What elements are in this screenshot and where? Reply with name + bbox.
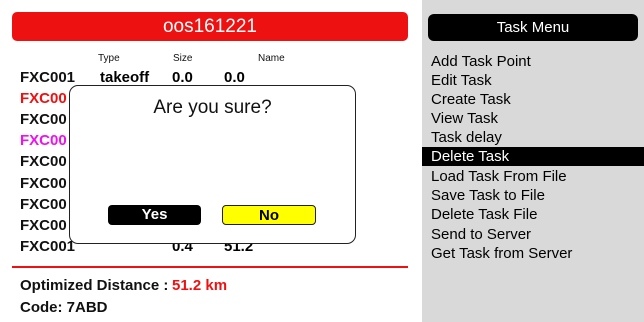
menu-item-create-task[interactable]: Create Task: [422, 90, 644, 109]
menu-title: Task Menu: [428, 14, 638, 41]
menu-item-get-task-from-server[interactable]: Get Task from Server: [422, 244, 644, 263]
menu-item-task-delay[interactable]: Task delay: [422, 128, 644, 147]
no-button[interactable]: No: [222, 205, 316, 225]
turnpoint-size: 0.0: [172, 69, 193, 86]
turnpoint-type: takeoff: [100, 69, 150, 86]
menu-item-label: Delete Task File: [431, 206, 538, 223]
turnpoint-code: FXC00: [20, 175, 67, 192]
turnpoint-code: FXC001: [20, 238, 76, 255]
menu-item-add-task-point[interactable]: Add Task Point: [422, 52, 644, 71]
optimized-distance-value: 51.2 km: [172, 277, 228, 294]
menu-item-load-task-from-file[interactable]: Load Task From File: [422, 167, 644, 186]
turnpoint-code: FXC00: [20, 90, 67, 107]
menu-item-label: Edit Task: [431, 72, 492, 89]
task-panel: oos161221 Type Size Name FXC001 takeoff …: [0, 0, 420, 322]
column-header-name: Name: [258, 53, 285, 64]
divider: [12, 266, 408, 268]
menu-item-label: Load Task From File: [431, 168, 567, 185]
optimized-distance-label: Optimized Distance :: [20, 277, 169, 294]
menu-item-send-to-server[interactable]: Send to Server: [422, 225, 644, 244]
menu-item-label: Send to Server: [431, 226, 532, 243]
turnpoint-name: 0.0: [224, 69, 245, 86]
task-code: Code: 7ABD: [20, 299, 108, 316]
menu-item-label: Get Task from Server: [431, 245, 573, 262]
task-name: oos161221: [162, 16, 258, 37]
menu-item-delete-task[interactable]: Delete Task: [422, 147, 644, 166]
menu-item-label: View Task: [431, 110, 498, 127]
menu-item-edit-task[interactable]: Edit Task: [422, 71, 644, 90]
column-header-size: Size: [173, 53, 193, 64]
menu-item-view-task[interactable]: View Task: [422, 109, 644, 128]
menu-item-label: Save Task to File: [431, 187, 545, 204]
menu-item-label: Create Task: [431, 91, 511, 108]
turnpoint-code: FXC00: [20, 153, 67, 170]
turnpoint-code: FXC00: [20, 217, 67, 234]
confirm-dialog: Are you sure? Yes No: [69, 85, 356, 244]
turnpoint-code: FXC00: [20, 132, 67, 149]
yes-button[interactable]: Yes: [108, 205, 201, 225]
task-menu-panel: Task Menu Add Task Point Edit Task Creat…: [422, 0, 644, 322]
menu-item-label: Task delay: [431, 129, 502, 146]
menu-item-delete-task-file[interactable]: Delete Task File: [422, 205, 644, 224]
turnpoint-code: FXC00: [20, 196, 67, 213]
turnpoint-code: FXC001: [20, 69, 76, 86]
task-title-bar: oos161221: [12, 12, 408, 41]
dialog-title: Are you sure?: [153, 97, 272, 118]
menu-item-save-task-to-file[interactable]: Save Task to File: [422, 186, 644, 205]
menu-item-label: Delete Task: [431, 148, 510, 165]
turnpoint-code: FXC00: [20, 111, 67, 128]
menu-item-label: Add Task Point: [431, 53, 531, 70]
column-header-type: Type: [98, 53, 120, 64]
